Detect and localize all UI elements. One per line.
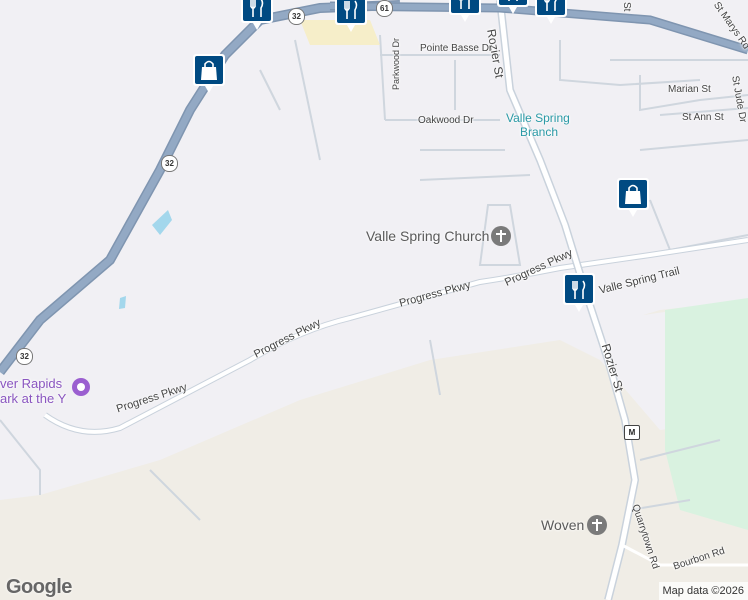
google-logo: Google [6,576,72,598]
route-m-shield: M [624,425,640,440]
road-label-st-ann-st: St Ann St [682,112,724,123]
route-32-shield: 32 [161,155,178,172]
route-61-shield: 61 [376,0,393,17]
shopping-marker-1[interactable] [192,53,226,95]
park-icon[interactable] [72,378,90,396]
road-label-parkwood-dr: Parkwood Dr [391,37,401,90]
park-area [665,298,748,530]
route-32-shield: 32 [288,8,305,25]
restaurant-marker-2[interactable] [334,0,368,34]
restaurant-marker-3[interactable] [448,0,482,24]
church-icon[interactable] [491,226,511,246]
route-32-shield: 32 [16,348,33,365]
place-label-park-line2[interactable]: ark at the Y [0,391,66,406]
road-label-oakwood-dr: Oakwood Dr [418,115,474,126]
place-label-library-line1[interactable]: Valle Spring [506,111,570,125]
church-icon[interactable] [587,515,607,535]
place-label-woven[interactable]: Woven [541,517,584,533]
place-label-park-line1[interactable]: ver Rapids [0,376,62,391]
map-attribution[interactable]: Map data ©2026 [658,582,748,600]
road-label-marian-st: Marian St [668,84,711,95]
place-label-church[interactable]: Valle Spring Church [366,228,489,244]
shopping-marker-2[interactable] [616,177,650,219]
restaurant-marker-1[interactable] [240,0,274,32]
road-label-st: St [621,2,632,12]
restaurant-marker-4[interactable] [496,0,530,16]
place-label-library-line2[interactable]: Branch [520,125,558,139]
map-canvas[interactable]: Progress Pkwy Progress Pkwy Progress Pkw… [0,0,748,600]
restaurant-marker-5[interactable] [534,0,568,26]
road-label-pointe-basse-dr: Pointe Basse Dr [420,43,493,54]
restaurant-marker-6[interactable] [562,272,596,314]
